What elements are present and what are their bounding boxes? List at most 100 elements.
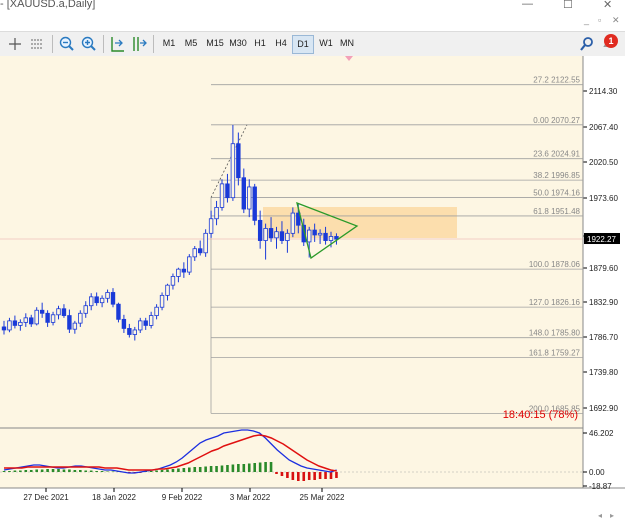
- indicator-axis-label: 46.202: [589, 429, 614, 438]
- candle[interactable]: [290, 212, 296, 234]
- time-axis-label: 25 Mar 2022: [300, 493, 345, 502]
- time-axis-label: 18 Jan 2022: [92, 493, 137, 502]
- macd-histogram-bar: [149, 471, 153, 472]
- fib-level-label: 61.8 1951.48: [533, 207, 580, 216]
- fib-level-label: 148.0 1785.80: [529, 329, 581, 338]
- candle[interactable]: [268, 228, 274, 239]
- price-axis-label: 1973.60: [589, 194, 618, 203]
- macd-histogram-bar: [329, 472, 333, 479]
- candle[interactable]: [230, 143, 236, 199]
- candle[interactable]: [274, 231, 279, 239]
- candle[interactable]: [236, 143, 241, 179]
- macd-histogram-bar: [40, 469, 44, 472]
- candle[interactable]: [328, 236, 334, 241]
- candle[interactable]: [241, 177, 246, 210]
- indicator-axis-label: 0.00: [589, 468, 605, 477]
- candle[interactable]: [1, 326, 7, 331]
- candle[interactable]: [252, 186, 257, 221]
- candle[interactable]: [257, 219, 263, 241]
- macd-histogram-bar: [247, 463, 251, 472]
- candle[interactable]: [170, 276, 176, 286]
- macd-histogram-bar: [307, 472, 311, 480]
- candle[interactable]: [187, 256, 192, 273]
- candle[interactable]: [105, 292, 110, 299]
- macd-histogram-bar: [286, 472, 289, 478]
- macd-histogram-bar: [215, 466, 218, 472]
- candle[interactable]: [29, 317, 34, 325]
- candle[interactable]: [110, 292, 116, 305]
- candle[interactable]: [78, 312, 83, 324]
- macd-histogram-bar: [226, 465, 229, 472]
- macd-histogram-bar: [35, 469, 38, 472]
- fib-level-label: 161.8 1759.27: [529, 348, 581, 357]
- candle[interactable]: [72, 322, 78, 330]
- current-price-label: 1922.27: [587, 235, 616, 244]
- candle[interactable]: [61, 308, 67, 316]
- candle[interactable]: [127, 328, 132, 335]
- candle[interactable]: [45, 312, 50, 323]
- candle[interactable]: [34, 309, 39, 325]
- macd-histogram-bar: [291, 472, 295, 480]
- candle[interactable]: [7, 320, 12, 331]
- candle[interactable]: [263, 228, 268, 241]
- macd-histogram-bar: [51, 469, 55, 472]
- candle[interactable]: [116, 303, 121, 320]
- candle[interactable]: [99, 297, 105, 304]
- candle[interactable]: [23, 317, 28, 323]
- price-axis-label: 2067.40: [589, 123, 618, 132]
- macd-histogram-bar: [24, 470, 28, 472]
- price-axis-label: 1786.70: [589, 333, 618, 342]
- price-axis-label: 1879.60: [589, 264, 618, 273]
- macd-histogram-bar: [297, 472, 300, 481]
- candle[interactable]: [214, 206, 219, 220]
- macd-histogram-bar: [280, 472, 284, 476]
- macd-histogram-bar: [111, 471, 115, 472]
- candle[interactable]: [159, 294, 165, 308]
- candle[interactable]: [154, 306, 159, 316]
- candle[interactable]: [219, 183, 225, 208]
- macd-histogram-bar: [57, 469, 60, 472]
- candle[interactable]: [138, 320, 143, 331]
- candle-timer: 18:40:15 (78%): [503, 409, 578, 421]
- macd-histogram-bar: [62, 469, 66, 472]
- candle[interactable]: [39, 309, 45, 314]
- candle[interactable]: [94, 296, 99, 304]
- candle[interactable]: [89, 296, 94, 307]
- candle[interactable]: [247, 186, 252, 210]
- time-axis-label: 27 Dec 2021: [23, 493, 69, 502]
- macd-histogram-bar: [155, 470, 158, 472]
- candle[interactable]: [181, 268, 187, 273]
- macd-histogram-bar: [198, 467, 202, 472]
- indicator-axis-label: -18.87: [589, 482, 612, 491]
- candle[interactable]: [285, 232, 290, 241]
- candle[interactable]: [323, 232, 328, 241]
- candle[interactable]: [279, 231, 285, 241]
- candle[interactable]: [143, 320, 148, 326]
- macd-histogram-bar: [313, 472, 316, 480]
- candle[interactable]: [306, 229, 312, 243]
- candle[interactable]: [18, 321, 23, 326]
- candle[interactable]: [203, 232, 208, 254]
- macd-histogram-bar: [13, 470, 17, 472]
- candle[interactable]: [67, 315, 72, 330]
- candle[interactable]: [132, 329, 137, 335]
- candle[interactable]: [83, 305, 88, 314]
- candle[interactable]: [176, 268, 181, 277]
- candle[interactable]: [165, 284, 170, 296]
- candle[interactable]: [225, 183, 230, 199]
- macd-histogram-bar: [220, 465, 224, 472]
- candle[interactable]: [192, 248, 197, 258]
- candle[interactable]: [12, 320, 18, 326]
- candle[interactable]: [197, 248, 203, 254]
- candle[interactable]: [317, 232, 323, 236]
- candle[interactable]: [208, 218, 214, 234]
- candle[interactable]: [56, 308, 61, 316]
- macd-histogram-bar: [237, 464, 240, 472]
- macd-histogram-bar: [2, 471, 6, 472]
- macd-histogram-bar: [209, 466, 213, 472]
- candle[interactable]: [121, 318, 127, 329]
- macd-histogram-bar: [8, 471, 11, 472]
- candle[interactable]: [148, 315, 154, 326]
- candle[interactable]: [50, 314, 56, 323]
- candle[interactable]: [312, 229, 317, 236]
